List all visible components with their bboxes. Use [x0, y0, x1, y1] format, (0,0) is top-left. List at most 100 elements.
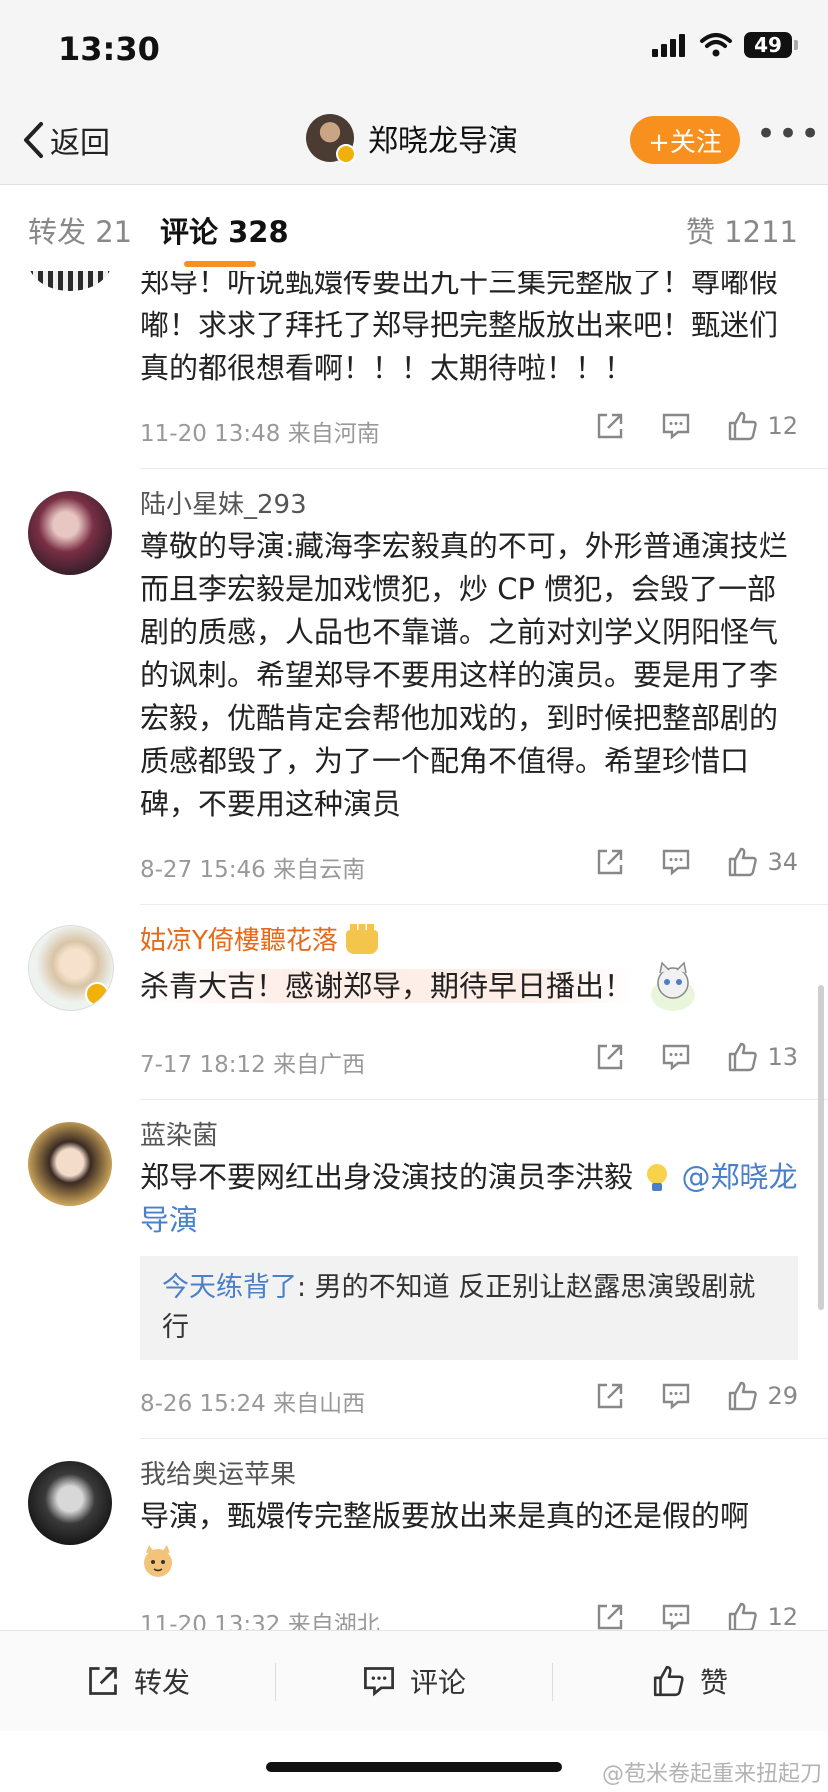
comment-text: 郑导不要网红出身没演技的演员李洪毅 @郑晓龙导演	[140, 1156, 798, 1242]
share-button[interactable]	[595, 1381, 625, 1411]
like-button[interactable]: 13	[727, 1041, 798, 1073]
like-label: 赞	[700, 1666, 729, 1699]
like-button[interactable]: 29	[727, 1380, 798, 1412]
avatar[interactable]	[28, 1461, 112, 1545]
share-icon	[598, 1044, 623, 1070]
like-count: 29	[767, 1382, 798, 1410]
bottom-action-bar: 转发 评论 赞	[0, 1630, 828, 1731]
comment-icon	[663, 1604, 690, 1630]
comment-meta: 11-20 13:48 来自河南 12	[140, 404, 798, 460]
comment-text: 尊敬的导演:藏海李宏毅真的不可，外形普通演技烂而且李宏毅是加戏惯犯，炒 CP 惯…	[140, 529, 788, 821]
watermark: @苞米卷起重来扭起刀	[601, 1762, 822, 1787]
comment-actions: 29	[559, 1380, 798, 1412]
like-button[interactable]: 12	[727, 1601, 798, 1630]
share-button[interactable]	[595, 1602, 625, 1630]
avatar[interactable]	[28, 271, 112, 291]
forward-button[interactable]: 转发	[86, 1631, 190, 1731]
comment-meta: 8-26 15:24 来自山西 29	[140, 1374, 798, 1430]
quoted-reply[interactable]: 今天练背了: 男的不知道 反正别让赵露思演毁剧就行	[140, 1256, 798, 1360]
comment-icon	[663, 1044, 690, 1071]
reply-button[interactable]	[661, 1381, 691, 1411]
comment-username[interactable]: 蓝染菌	[140, 1116, 798, 1156]
thumbs-up-icon	[653, 1665, 684, 1697]
comment-time-location: 11-20 13:32 来自湖北	[140, 1612, 380, 1630]
scrollbar[interactable]	[818, 985, 824, 1310]
more-options-icon[interactable]: •••	[756, 117, 822, 151]
dog-sticker-icon	[144, 1545, 172, 1577]
comment-text: 导演，甄嬛传完整版要放出来是真的还是假的啊	[140, 1495, 798, 1581]
avatar[interactable]	[28, 491, 112, 575]
like-count: 12	[767, 1603, 798, 1630]
comment-icon	[364, 1667, 394, 1697]
comment-list[interactable]: 郑导！听说甄嬛传要出九十三集完整版了！尊嘟假嘟！求求了拜托了郑导把完整版放出来吧…	[0, 271, 828, 1630]
like-button[interactable]: 34	[727, 846, 798, 878]
like-count: 13	[767, 1043, 798, 1071]
follow-button[interactable]: +关注	[630, 116, 740, 164]
like-button[interactable]: 赞	[652, 1631, 728, 1731]
status-bar: 13:30 49	[0, 0, 828, 100]
comment-username[interactable]: 姑凉Y倚樓聽花落	[140, 921, 798, 961]
reply-button[interactable]	[661, 411, 691, 441]
home-indicator[interactable]	[266, 1762, 562, 1772]
list-item: 蓝染菌 郑导不要网红出身没演技的演员李洪毅 @郑晓龙导演 今天练背了: 男的不知…	[0, 1100, 828, 1430]
status-time: 13:30	[58, 30, 160, 68]
comment-text-body: 杀青大吉！感谢郑导，期待早日播出！	[140, 969, 634, 1003]
reply-button[interactable]	[661, 1602, 691, 1630]
verified-badge-icon	[336, 144, 356, 164]
like-count: 12	[767, 412, 798, 440]
share-button[interactable]	[595, 1042, 625, 1072]
comment-icon	[663, 1383, 690, 1410]
comment-time-location: 11-20 13:48 来自河南	[140, 421, 380, 447]
comment-username-text: 姑凉Y倚樓聽花落	[140, 926, 338, 956]
share-icon	[598, 413, 623, 439]
share-button[interactable]	[595, 847, 625, 877]
avatar[interactable]	[28, 1122, 112, 1206]
thumbs-up-icon	[729, 411, 758, 441]
forward-label: 转发	[134, 1666, 191, 1699]
comment-time-location: 8-27 15:46 来自云南	[140, 857, 366, 883]
comment-text-body: 导演，甄嬛传完整版要放出来是真的还是假的啊	[140, 1499, 750, 1533]
comment-username[interactable]: 陆小星妹_293	[140, 485, 798, 525]
comment-icon	[663, 413, 690, 440]
status-icons: 49	[652, 32, 798, 58]
comment-text: 杀青大吉！感谢郑导，期待早日播出！	[140, 961, 798, 1015]
comment-actions: 12	[559, 410, 798, 442]
list-item: 郑导！听说甄嬛传要出九十三集完整版了！尊嘟假嘟！求求了拜托了郑导把完整版放出来吧…	[0, 271, 828, 460]
like-button[interactable]: 12	[727, 410, 798, 442]
share-icon	[598, 849, 623, 875]
reply-button[interactable]	[661, 1042, 691, 1072]
chevron-left-icon	[24, 122, 43, 158]
list-item: 姑凉Y倚樓聽花落 杀青大吉！感谢郑导，期待早日播出！ 7-17 18:12 来自…	[0, 905, 828, 1091]
nav-bar: 返回 郑晓龙导演 +关注 •••	[0, 100, 828, 185]
thumbs-up-icon	[729, 1602, 758, 1630]
list-item: 陆小星妹_293 尊敬的导演:藏海李宏毅真的不可，外形普通演技烂而且李宏毅是加戏…	[0, 469, 828, 896]
nav-profile[interactable]: 郑晓龙导演	[306, 114, 518, 164]
back-label: 返回	[50, 126, 110, 161]
tab-forward[interactable]: 转发 21	[28, 209, 132, 251]
thumbs-up-icon	[729, 1381, 758, 1411]
comment-meta: 8-27 15:46 来自云南 34	[140, 840, 798, 896]
thumbs-up-icon	[729, 847, 758, 877]
comment-label: 评论	[410, 1666, 467, 1699]
tab-likes[interactable]: 赞 1211	[686, 209, 798, 251]
comment-button[interactable]: 评论	[362, 1631, 466, 1731]
comment-actions: 34	[559, 846, 798, 878]
page-title: 郑晓龙导演	[368, 124, 518, 159]
quoted-reply-username[interactable]: 今天练背了	[162, 1272, 297, 1303]
cat-sticker-icon	[651, 961, 696, 1011]
comment-actions: 12	[559, 1601, 798, 1630]
comment-time-location: 7-17 18:12 来自广西	[140, 1052, 366, 1078]
comment-meta: 7-17 18:12 来自广西 13	[140, 1035, 798, 1091]
comment-time-location: 8-26 15:24 来自山西	[140, 1391, 366, 1417]
verified-badge-icon	[85, 982, 109, 1006]
thumbs-up-icon	[729, 1042, 758, 1072]
share-button[interactable]	[595, 411, 625, 441]
tab-comments[interactable]: 评论 328	[160, 209, 289, 251]
avatar[interactable]	[306, 114, 356, 164]
reply-button[interactable]	[661, 847, 691, 877]
comment-username[interactable]: 我给奥运苹果	[140, 1455, 798, 1495]
comment-actions: 13	[559, 1041, 798, 1073]
avatar[interactable]	[28, 925, 114, 1011]
like-count: 34	[767, 848, 798, 876]
back-button[interactable]: 返回	[22, 118, 110, 162]
